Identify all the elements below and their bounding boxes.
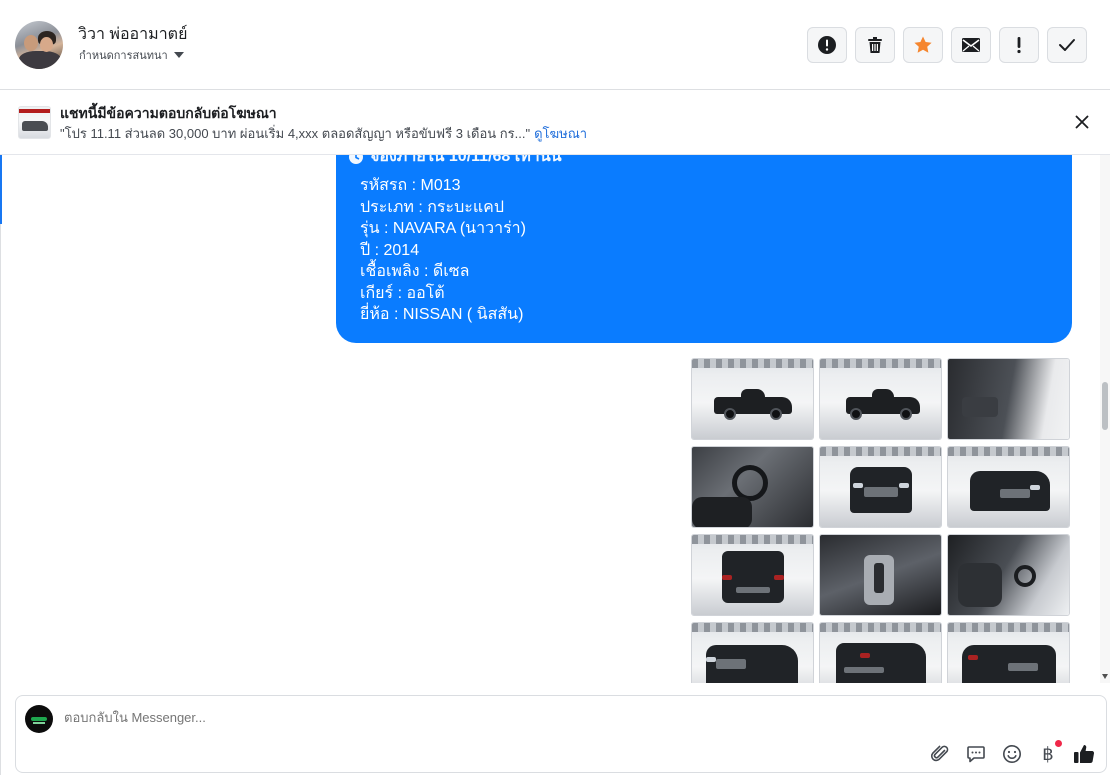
conversation-header: วิวา พ่ออามาตย์ กำหนดการสนทนา xyxy=(0,0,1110,90)
alert-circle-icon xyxy=(818,36,836,54)
reply-input[interactable] xyxy=(64,710,764,725)
caret-down-icon xyxy=(173,52,184,58)
clock-icon xyxy=(349,155,363,164)
trash-icon xyxy=(868,37,882,53)
mark-unread-button[interactable] xyxy=(951,27,991,63)
message-lines: รหัสรถ : M013 ประเภท : กระบะแคป รุ่น : N… xyxy=(360,175,526,326)
photo-thumbnail[interactable] xyxy=(947,534,1070,616)
reply-composer: ฿ xyxy=(15,695,1107,773)
ad-quote: "โปร 11.11 ส่วนลด 30,000 บาท ผ่อนเริ่ม 4… xyxy=(60,126,531,141)
paperclip-icon xyxy=(930,745,949,762)
message-line: รุ่น : NAVARA (นาวาร่า) xyxy=(360,220,526,237)
message-partial-line: จองภายใน 10/11/68 เท่านั้น xyxy=(348,155,562,167)
message-line: เกียร์ : ออโต้ xyxy=(360,284,445,302)
message-thread: จองภายใน 10/11/68 เท่านั้น รหัสรถ : M013… xyxy=(0,155,1100,683)
photo-thumbnail[interactable] xyxy=(819,358,942,440)
emoji-button[interactable] xyxy=(1000,742,1024,766)
exclamation-icon xyxy=(1017,37,1021,54)
emoji-icon xyxy=(1003,745,1021,763)
photo-thumbnail[interactable] xyxy=(691,534,814,616)
photo-thumbnail[interactable] xyxy=(691,358,814,440)
photo-thumbnail[interactable] xyxy=(819,534,942,616)
photo-thumbnail[interactable] xyxy=(947,358,1070,440)
scrollbar-thumb[interactable] xyxy=(1102,382,1108,430)
photo-thumbnail[interactable] xyxy=(819,622,942,683)
conversation-setting-dropdown[interactable]: กำหนดการสนทนา xyxy=(79,46,184,64)
composer-tools: ฿ xyxy=(928,740,1096,766)
message-line: ปี : 2014 xyxy=(360,241,420,259)
photo-thumbnail[interactable] xyxy=(691,622,814,683)
ad-banner-title: แชทนี้มีข้อความตอบกลับต่อโฆษณา xyxy=(60,105,277,121)
ad-banner-text: "โปร 11.11 ส่วนลด 30,000 บาท ผ่อนเริ่ม 4… xyxy=(60,123,587,144)
ad-thumbnail[interactable] xyxy=(18,106,51,139)
photo-thumbnail[interactable] xyxy=(691,446,814,528)
page-avatar xyxy=(25,705,53,733)
payment-button[interactable]: ฿ xyxy=(1036,740,1062,766)
message-bubble[interactable]: จองภายใน 10/11/68 เท่านั้น รหัสรถ : M013… xyxy=(336,155,1072,343)
close-icon xyxy=(1075,115,1089,129)
photo-thumbnail[interactable] xyxy=(819,446,942,528)
thumbs-up-icon xyxy=(1074,745,1095,763)
view-ad-link[interactable]: ดูโฆษณา xyxy=(534,126,587,141)
message-partial-text: จองภายใน 10/11/68 เท่านั้น xyxy=(370,155,562,166)
photo-thumbnail[interactable] xyxy=(947,446,1070,528)
chat-bubble-icon xyxy=(967,746,985,763)
like-button[interactable] xyxy=(1072,742,1096,766)
close-banner-button[interactable] xyxy=(1072,112,1092,132)
message-line: ยี่ห้อ : NISSAN ( นิสสัน) xyxy=(360,306,524,323)
mark-done-button[interactable] xyxy=(1047,27,1087,63)
saved-replies-button[interactable] xyxy=(964,742,988,766)
scroll-down-arrow-icon[interactable] xyxy=(1102,674,1108,679)
conversation-setting-label: กำหนดการสนทนา xyxy=(79,50,168,62)
star-icon xyxy=(914,36,932,53)
header-actions xyxy=(807,27,1087,63)
thread-scrollbar[interactable] xyxy=(1100,155,1110,683)
follow-up-button[interactable] xyxy=(999,27,1039,63)
baht-icon: ฿ xyxy=(1042,743,1054,765)
envelope-icon xyxy=(962,38,980,52)
message-line: ประเภท : กระบะแคป xyxy=(360,198,505,216)
message-line: เชื้อเพลิง : ดีเซล xyxy=(360,263,470,280)
photo-thumbnail[interactable] xyxy=(947,622,1070,683)
report-button[interactable] xyxy=(807,27,847,63)
check-icon xyxy=(1059,39,1075,51)
contact-name[interactable]: วิวา พ่ออามาตย์ xyxy=(78,22,187,47)
attach-button[interactable] xyxy=(928,742,952,766)
delete-button[interactable] xyxy=(855,27,895,63)
ad-reply-banner: แชทนี้มีข้อความตอบกลับต่อโฆษณา "โปร 11.1… xyxy=(0,90,1110,155)
star-button[interactable] xyxy=(903,27,943,63)
contact-avatar[interactable] xyxy=(15,21,63,69)
message-line: รหัสรถ : M013 xyxy=(360,177,461,194)
notification-dot xyxy=(1055,740,1062,747)
